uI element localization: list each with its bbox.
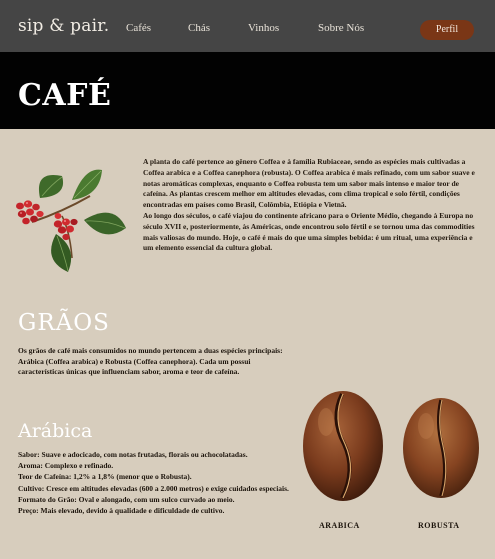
leaf bbox=[84, 212, 126, 235]
leaf bbox=[51, 234, 72, 272]
nav-link-sobre-nos[interactable]: Sobre Nós bbox=[318, 22, 364, 34]
arabica-bean-image bbox=[303, 391, 383, 501]
profile-button[interactable]: Perfil bbox=[420, 20, 474, 40]
intro-text: A planta do café pertence ao gênero Coff… bbox=[143, 157, 479, 254]
graos-heading: GRÃOS bbox=[18, 310, 110, 336]
graos-description: Os grãos de café mais consumidos no mund… bbox=[18, 346, 283, 377]
arabica-heading: Arábica bbox=[18, 420, 93, 442]
page-title: CAFÉ bbox=[18, 78, 112, 113]
list-item: Cultivo: Cresce em altitudes elevadas (6… bbox=[18, 483, 289, 493]
robusta-bean-label: ROBUSTA bbox=[418, 521, 460, 530]
plant-stem bbox=[31, 195, 91, 223]
arabica-bean-label: ARABICA bbox=[319, 521, 360, 530]
nav-link-vinhos[interactable]: Vinhos bbox=[248, 22, 279, 34]
top-navigation-bar: sip & pair. Cafés Chás Vinhos Sobre Nós … bbox=[0, 0, 495, 52]
list-item: Preço: Mais elevado, devido à qualidade … bbox=[18, 506, 225, 516]
intro-paragraph-1: A planta do café pertence ao gênero Coff… bbox=[143, 157, 475, 210]
bean-shine bbox=[318, 408, 334, 436]
intro-paragraph-2: Ao longo dos séculos, o café viajou do c… bbox=[143, 210, 475, 253]
site-logo[interactable]: sip & pair. bbox=[18, 16, 109, 36]
list-item: Formato do Grão: Oval e alongado, com um… bbox=[18, 494, 235, 504]
arabica-characteristics-list: Sabor: Suave e adocicado, com notas frut… bbox=[18, 449, 294, 516]
list-item: Aroma: Complexo e refinado. bbox=[18, 461, 114, 471]
bean-shine bbox=[418, 413, 434, 439]
list-item: Sabor: Suave e adocicado, com notas frut… bbox=[18, 450, 248, 459]
list-item: Teor de Cafeína: 1,2% a 1,8% (menor que … bbox=[18, 472, 192, 482]
coffee-plant-illustration bbox=[16, 169, 126, 272]
nav-link-chas[interactable]: Chás bbox=[188, 22, 210, 34]
robusta-bean-image bbox=[403, 398, 479, 498]
page-banner: CAFÉ bbox=[0, 52, 495, 129]
nav-link-cafes[interactable]: Cafés bbox=[126, 22, 151, 34]
